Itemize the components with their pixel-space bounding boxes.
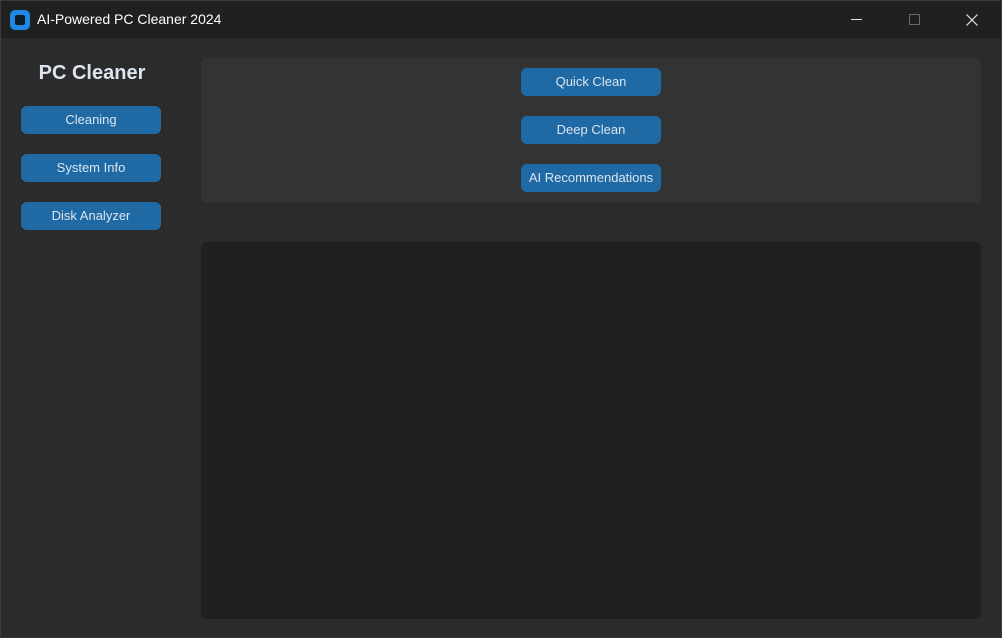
ai-recommendations-button[interactable]: AI Recommendations — [521, 164, 661, 192]
title-bar[interactable]: AI-Powered PC Cleaner 2024 — [1, 1, 1001, 38]
app-icon — [10, 10, 30, 30]
minimize-button[interactable] — [827, 1, 885, 38]
output-textbox[interactable] — [201, 242, 981, 619]
window-title: AI-Powered PC Cleaner 2024 — [37, 11, 222, 27]
sidebar-item-disk-analyzer[interactable]: Disk Analyzer — [21, 202, 161, 230]
minimize-icon — [850, 19, 862, 20]
maximize-button[interactable] — [885, 1, 943, 38]
quick-clean-button[interactable]: Quick Clean — [521, 68, 661, 96]
close-icon — [966, 13, 978, 26]
app-window: AI-Powered PC Cleaner 2024 PC Cleaner Cl… — [0, 0, 1002, 638]
sidebar-title: PC Cleaner — [38, 62, 146, 84]
close-button[interactable] — [943, 1, 1001, 38]
sidebar-item-system-info[interactable]: System Info — [21, 154, 161, 182]
maximize-icon — [908, 14, 920, 25]
deep-clean-button[interactable]: Deep Clean — [521, 116, 661, 144]
sidebar-item-cleaning[interactable]: Cleaning — [21, 106, 161, 134]
